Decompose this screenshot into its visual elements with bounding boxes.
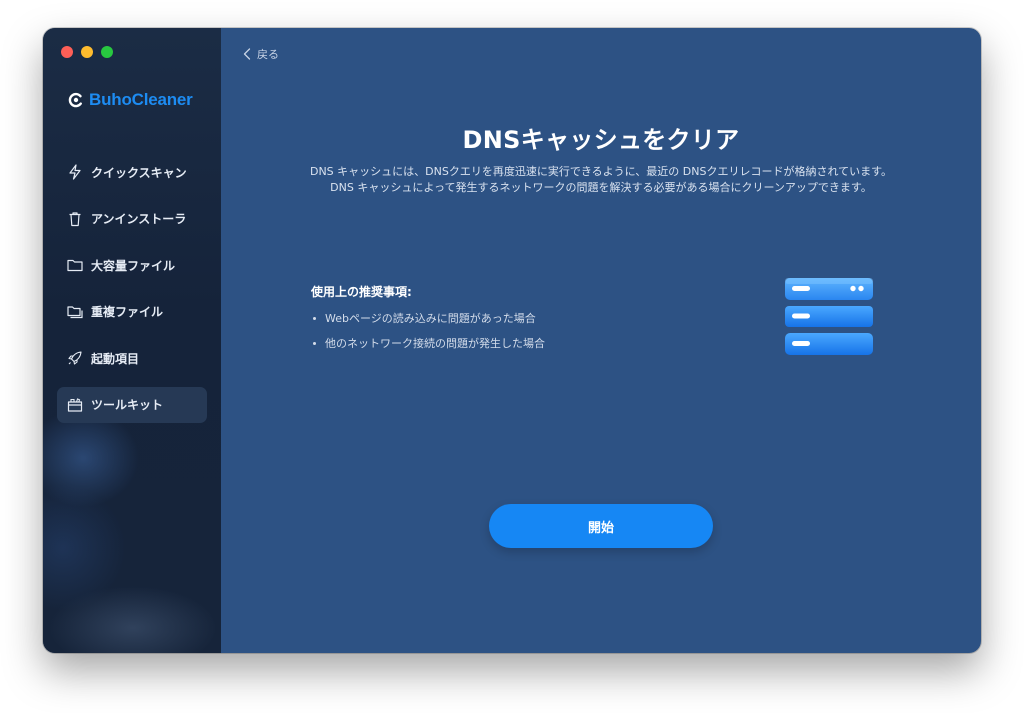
chevron-left-icon xyxy=(243,48,251,60)
sidebar-item-label: 大容量ファイル xyxy=(91,258,176,273)
buho-logo-icon xyxy=(68,92,82,108)
sidebar-item-label: 起動項目 xyxy=(91,351,140,366)
recommendations: 使用上の推奨事項: Webページの読み込みに問題があった場合 他のネットワーク接… xyxy=(311,283,691,360)
list-item: Webページの読み込みに問題があった場合 xyxy=(311,310,691,326)
sidebar-item-toolkit[interactable]: ツールキット xyxy=(57,386,207,423)
recommendation-text: Webページの読み込みに問題があった場合 xyxy=(325,312,536,325)
sidebar-nav: クイックスキャン アンインストーラ 大容量ファイル 重複ファイル 起動項目 ツー… xyxy=(57,154,207,433)
duplicate-folder-icon xyxy=(67,304,83,320)
folder-icon xyxy=(67,257,83,273)
page-description: DNS キャッシュには、DNSクエリを再度迅速に実行できるように、最近の DNS… xyxy=(309,165,893,194)
bullet-icon xyxy=(313,316,316,320)
sidebar-item-large-files[interactable]: 大容量ファイル xyxy=(57,247,207,283)
list-item: 他のネットワーク接続の問題が発生した場合 xyxy=(311,335,691,351)
trash-icon xyxy=(67,211,83,227)
back-button[interactable]: 戻る xyxy=(243,46,279,62)
sidebar-item-label: ツールキット xyxy=(91,398,164,412)
app-window: BuhoCleaner クイックスキャン アンインストーラ 大容量ファイル 重複… xyxy=(43,28,981,653)
page-title: DNSキャッシュをクリア xyxy=(462,126,740,154)
app-brand: BuhoCleaner xyxy=(68,90,193,110)
recommendations-heading: 使用上の推奨事項: xyxy=(311,285,412,299)
app-name: BuhoCleaner xyxy=(89,90,193,109)
sidebar: BuhoCleaner クイックスキャン アンインストーラ 大容量ファイル 重複… xyxy=(43,28,221,653)
start-button[interactable]: 開始 xyxy=(489,504,713,548)
dns-server-icon xyxy=(785,278,873,355)
sidebar-item-startup-items[interactable]: 起動項目 xyxy=(57,340,207,376)
minimize-window-button[interactable] xyxy=(81,46,93,58)
back-label: 戻る xyxy=(257,48,279,61)
sidebar-item-label: クイックスキャン xyxy=(91,165,187,180)
sidebar-item-quick-scan[interactable]: クイックスキャン xyxy=(57,154,207,190)
toolkit-icon xyxy=(67,397,83,413)
window-controls xyxy=(61,46,113,58)
sidebar-item-duplicate-files[interactable]: 重複ファイル xyxy=(57,294,207,330)
rocket-icon xyxy=(67,350,83,366)
sidebar-item-label: 重複ファイル xyxy=(91,305,164,319)
zoom-window-button[interactable] xyxy=(101,46,113,58)
sidebar-item-uninstaller[interactable]: アンインストーラ xyxy=(57,201,207,237)
close-window-button[interactable] xyxy=(61,46,73,58)
recommendation-text: 他のネットワーク接続の問題が発生した場合 xyxy=(325,337,545,350)
bullet-icon xyxy=(313,341,316,345)
main-content: 戻る DNSキャッシュをクリア DNS キャッシュには、DNSクエリを再度迅速に… xyxy=(221,28,981,653)
bolt-icon xyxy=(67,164,83,180)
sidebar-item-label: アンインストーラ xyxy=(91,212,187,226)
